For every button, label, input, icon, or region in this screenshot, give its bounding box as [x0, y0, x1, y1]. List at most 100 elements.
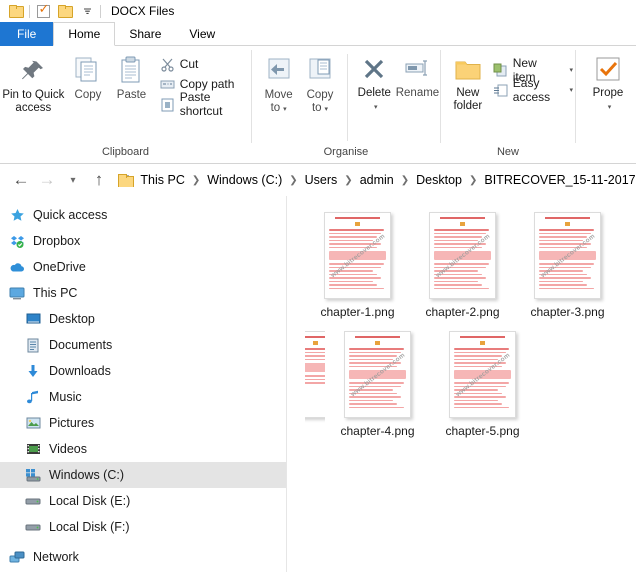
paste-label: Paste: [116, 89, 147, 101]
ribbon-group-clipboard: Pin to Quick access Copy Paste Cut Copy …: [0, 46, 251, 163]
file-name: chapter-1.png: [320, 305, 395, 319]
title-bar: DOCX Files: [0, 0, 636, 22]
sidebar-item-label: Music: [49, 390, 82, 404]
tab-home[interactable]: Home: [53, 22, 116, 46]
tab-view[interactable]: View: [175, 23, 229, 46]
drive-icon: [24, 492, 42, 510]
sidebar-item-label: Local Disk (F:): [49, 520, 130, 534]
cut-button[interactable]: Cut: [158, 54, 251, 74]
delete-button[interactable]: Delete ▾: [354, 52, 395, 114]
file-item[interactable]: www.bitrecover.com chapter-4.png: [325, 331, 430, 438]
easy-access-icon: [493, 83, 508, 98]
up-button[interactable]: ↑: [86, 167, 112, 193]
breadcrumb-separator: ❯: [400, 174, 410, 186]
ribbon-group-open: Prope ▾: [576, 46, 636, 163]
sidebar-item-downloads[interactable]: Downloads: [0, 358, 286, 384]
sidebar-item-network[interactable]: Network: [0, 544, 286, 570]
sidebar-item-quick-access[interactable]: Quick access: [0, 202, 286, 228]
move-to-icon: [265, 56, 293, 86]
move-to-button[interactable]: Move to ▾: [258, 52, 299, 116]
file-item[interactable]: www.bitrecover.com chapter-5.png: [430, 331, 535, 438]
chevron-down-icon[interactable]: [76, 2, 98, 20]
sidebar-item-dropbox[interactable]: Dropbox: [0, 228, 286, 254]
file-item[interactable]: www.bitrecover.com chapter-1.png: [305, 212, 410, 319]
breadcrumb-item-desktop[interactable]: Desktop: [414, 173, 464, 187]
ribbon-group-label-new: New: [496, 146, 519, 158]
file-list-view[interactable]: www.bitrecover.com chapter-1.png www.bit…: [287, 196, 636, 572]
sidebar-item-local-disk-e[interactable]: Local Disk (E:): [0, 488, 286, 514]
rename-icon: [403, 56, 431, 84]
tab-share[interactable]: Share: [115, 23, 175, 46]
breadcrumb-item-admin[interactable]: admin: [358, 173, 396, 187]
file-thumbnail: [305, 331, 325, 418]
paste-shortcut-icon: [160, 97, 175, 112]
sidebar-item-music[interactable]: Music: [0, 384, 286, 410]
sidebar-item-videos[interactable]: Videos: [0, 436, 286, 462]
main-area: Quick access Dropbox OneDrive This PC De…: [0, 196, 636, 572]
new-folder-icon[interactable]: [54, 2, 76, 20]
paste-shortcut-button[interactable]: Paste shortcut: [158, 90, 251, 118]
breadcrumb-item-users[interactable]: Users: [303, 173, 340, 187]
sidebar-item-label: Local Disk (E:): [49, 494, 131, 508]
ribbon-group-label-clipboard: Clipboard: [101, 146, 150, 158]
file-item[interactable]: www.bitrecover.com chapter-2.png: [410, 212, 515, 319]
ribbon-tabstrip: File Home Share View: [0, 22, 636, 46]
file-name: chapter-2.png: [425, 305, 500, 319]
breadcrumb-item-windows-c[interactable]: Windows (C:): [205, 173, 284, 187]
ribbon-group-label-open: [576, 145, 636, 163]
sidebar-item-documents[interactable]: Documents: [0, 332, 286, 358]
copy-to-label: Copy to ▾: [306, 89, 334, 114]
delete-icon: [361, 56, 387, 84]
ribbon-group-new: New folder New item ▾ Easy access ▾ New: [441, 46, 575, 163]
breadcrumb-separator: ❯: [191, 174, 201, 186]
file-item[interactable]: www.bitrecover.com chapter-3.png: [515, 212, 620, 319]
copy-label: Copy: [74, 89, 102, 101]
file-thumbnail: www.bitrecover.com: [449, 331, 516, 418]
sidebar-item-local-disk-f[interactable]: Local Disk (F:): [0, 514, 286, 540]
easy-access-button[interactable]: Easy access ▾: [491, 76, 575, 104]
sidebar-item-onedrive[interactable]: OneDrive: [0, 254, 286, 280]
paste-button[interactable]: Paste: [109, 52, 153, 102]
new-item-icon: [493, 63, 508, 78]
breadcrumb-item-current-folder[interactable]: BITRECOVER_15-11-2017 11-45: [482, 173, 636, 187]
properties-icon[interactable]: [32, 2, 54, 20]
sidebar-item-windows-c[interactable]: Windows (C:): [0, 462, 286, 488]
ribbon-group-organise: Move to ▾ Copy to ▾ Delete ▾ Rename Orga…: [252, 46, 440, 163]
file-grid: www.bitrecover.com chapter-1.png www.bit…: [305, 212, 636, 450]
breadcrumb-item-this-pc[interactable]: This PC: [138, 173, 186, 187]
new-folder-label: New folder: [453, 87, 483, 112]
sidebar-item-desktop[interactable]: Desktop: [0, 306, 286, 332]
back-button[interactable]: ←: [8, 167, 34, 193]
navigation-pane: Quick access Dropbox OneDrive This PC De…: [0, 196, 286, 572]
file-item-partial[interactable]: [305, 331, 325, 438]
divider: [346, 54, 348, 141]
sidebar-item-label: Downloads: [49, 364, 111, 378]
copy-button[interactable]: Copy: [67, 52, 110, 102]
cut-label: Cut: [179, 57, 199, 71]
sidebar-item-this-pc[interactable]: This PC: [0, 280, 286, 306]
folder-icon[interactable]: [5, 2, 27, 20]
breadcrumb-separator: ❯: [468, 174, 478, 186]
tab-file[interactable]: File: [0, 22, 54, 46]
recent-locations-button[interactable]: ▾: [60, 167, 86, 193]
properties-icon: [593, 56, 623, 84]
breadcrumb[interactable]: ❯ This PC ❯ Windows (C:) ❯ Users ❯ admin…: [118, 173, 636, 187]
pin-to-quick-access-label: Pin to Quick access: [2, 89, 65, 114]
documents-icon: [24, 336, 42, 354]
rename-button[interactable]: Rename: [395, 52, 440, 100]
copy-to-button[interactable]: Copy to ▾: [299, 52, 340, 116]
properties-label: Prope ▾: [592, 87, 624, 111]
breadcrumb-separator: ❯: [344, 174, 353, 186]
file-name: chapter-5.png: [445, 424, 520, 438]
file-thumbnail: www.bitrecover.com: [324, 212, 391, 299]
sidebar-item-label: Videos: [49, 442, 87, 456]
properties-button[interactable]: Prope ▾: [580, 52, 636, 114]
forward-button[interactable]: →: [34, 167, 60, 193]
sidebar-item-pictures[interactable]: Pictures: [0, 410, 286, 436]
new-folder-icon: [453, 56, 483, 84]
new-folder-button[interactable]: New folder: [445, 52, 491, 113]
pin-to-quick-access-button[interactable]: Pin to Quick access: [0, 52, 67, 115]
sidebar-item-label: Network: [33, 550, 79, 564]
ribbon: Pin to Quick access Copy Paste Cut Copy …: [0, 46, 636, 164]
star-icon: [8, 206, 26, 224]
